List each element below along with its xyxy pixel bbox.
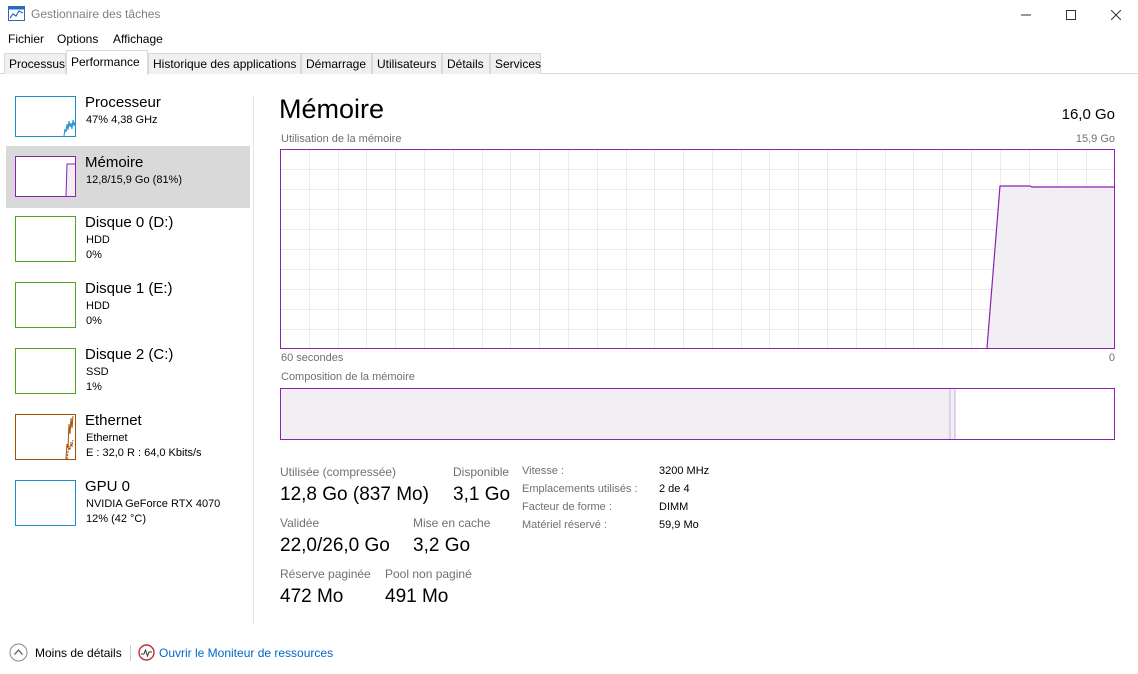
sidebar-disk2-usage: 1% [86,381,102,393]
available-label: Disponible [453,465,510,479]
footer: Moins de détails Ouvrir le Moniteur de r… [0,640,1138,666]
cpu-thumbnail-graph [15,96,76,137]
less-details-button[interactable]: Moins de détails [35,646,122,660]
chevron-up-icon[interactable] [9,643,28,662]
slots-value: 2 de 4 [659,483,690,495]
usage-graph-max: 15,9 Go [1075,133,1115,145]
sidebar-disk0-usage: 0% [86,249,102,261]
available-value: 3,1 Go [453,484,511,505]
maximize-button[interactable] [1048,0,1094,29]
sidebar-disk0-title: Disque 0 (D:) [85,214,174,231]
tab-historique[interactable]: Historique des applications [148,53,301,74]
sidebar-disk2-title: Disque 2 (C:) [85,346,174,363]
sidebar-item-disk2[interactable]: Disque 2 (C:) SSD 1% [6,338,250,400]
disk1-thumbnail-graph [15,282,76,328]
sidebar-item-gpu0[interactable]: GPU 0 NVIDIA GeForce RTX 4070 12% (42 °C… [6,470,250,532]
used-label: Utilisée (compressée) [280,465,397,479]
committed-label: Validée [280,516,320,530]
sidebar-item-cpu[interactable]: Processeur 47% 4,38 GHz [6,86,250,148]
sidebar-cpu-title: Processeur [85,94,161,111]
sidebar-gpu0-model: NVIDIA GeForce RTX 4070 [86,498,221,510]
sidebar-disk0-type: HDD [86,234,110,246]
tab-demarrage[interactable]: Démarrage [301,53,372,74]
menu-view[interactable]: Affichage [113,32,163,46]
sidebar-ethernet-throughput: E : 32,0 R : 64,0 Kbits/s [86,447,202,459]
cached-value: 3,2 Go [413,535,471,556]
gpu0-thumbnail-graph [15,480,76,526]
menu-file[interactable]: Fichier [8,32,44,46]
hardware-reserved-label: Matériel réservé : [522,519,607,531]
sidebar-divider [253,96,254,624]
sidebar-ethernet-adapter: Ethernet [86,432,128,444]
total-memory: 16,0 Go [1061,106,1115,123]
close-icon [1111,9,1121,20]
slots-label: Emplacements utilisés : [522,483,638,495]
minimize-button[interactable] [1003,0,1049,29]
sidebar-cpu-detail: 47% 4,38 GHz [86,114,158,126]
composition-label: Composition de la mémoire [281,371,415,383]
tab-processus[interactable]: Processus [4,53,66,74]
sidebar-disk1-type: HDD [86,300,110,312]
memory-usage-graph [280,149,1115,349]
ethernet-thumbnail-graph [15,414,76,460]
maximize-icon [1066,9,1076,20]
minimize-icon [1021,14,1031,15]
title-bar: Gestionnaire des tâches [0,0,1138,29]
usage-area-fill [987,186,1115,348]
tab-utilisateurs[interactable]: Utilisateurs [372,53,442,74]
menu-bar: Fichier Options Affichage [0,29,1138,49]
disk2-thumbnail-graph [15,348,76,394]
usage-graph-label: Utilisation de la mémoire [281,133,402,145]
tab-services[interactable]: Services [490,53,541,74]
paged-pool-label: Réserve paginée [280,567,371,581]
sidebar-disk1-usage: 0% [86,315,102,327]
nonpaged-pool-value: 491 Mo [385,586,449,607]
sidebar-gpu0-title: GPU 0 [85,478,131,495]
form-factor-label: Facteur de forme : [522,501,612,513]
tab-details[interactable]: Détails [442,53,490,74]
sidebar-item-disk1[interactable]: Disque 1 (E:) HDD 0% [6,272,250,334]
speed-label: Vitesse : [522,465,564,477]
hardware-reserved-value: 59,9 Mo [659,519,699,531]
cached-label: Mise en cache [413,516,491,530]
sidebar-disk2-type: SSD [86,366,109,378]
sidebar-item-disk0[interactable]: Disque 0 (D:) HDD 0% [6,206,250,268]
speed-value: 3200 MHz [659,465,710,477]
tab-bar: Processus Performance Historique des app… [0,50,1138,75]
open-resource-monitor-link[interactable]: Ouvrir le Moniteur de ressources [159,646,333,660]
time-axis-left: 60 secondes [281,352,344,364]
page-title: Mémoire [279,94,385,124]
memory-thumbnail-graph [15,156,76,197]
footer-separator [130,645,131,661]
form-factor-value: DIMM [659,501,689,513]
tab-performance[interactable]: Performance [66,50,148,75]
sidebar-memory-title: Mémoire [85,154,144,171]
composition-in-use [280,388,951,440]
time-axis-right: 0 [1108,352,1115,364]
paged-pool-value: 472 Mo [280,586,344,607]
disk0-thumbnail-graph [15,216,76,262]
used-value: 12,8 Go (837 Mo) [280,484,429,505]
sidebar-item-ethernet[interactable]: Ethernet Ethernet E : 32,0 R : 64,0 Kbit… [6,404,250,466]
sidebar-memory-detail: 12,8/15,9 Go (81%) [86,174,183,186]
resource-sidebar: Processeur 47% 4,38 GHz Mémoire 12,8/15,… [0,74,254,630]
sidebar-disk1-title: Disque 1 (E:) [85,280,173,297]
composition-modified [951,388,955,440]
menu-options[interactable]: Options [57,32,98,46]
sidebar-ethernet-title: Ethernet [85,412,142,429]
memory-composition-bar [280,388,1115,440]
window-title: Gestionnaire des tâches [31,7,161,21]
task-manager-icon [8,6,25,21]
resource-monitor-icon[interactable] [138,644,155,661]
committed-value: 22,0/26,0 Go [280,535,390,556]
nonpaged-pool-label: Pool non paginé [385,567,472,581]
close-button[interactable] [1093,0,1138,29]
sidebar-gpu0-usage: 12% (42 °C) [86,513,147,525]
sidebar-item-memory[interactable]: Mémoire 12,8/15,9 Go (81%) [6,146,250,208]
